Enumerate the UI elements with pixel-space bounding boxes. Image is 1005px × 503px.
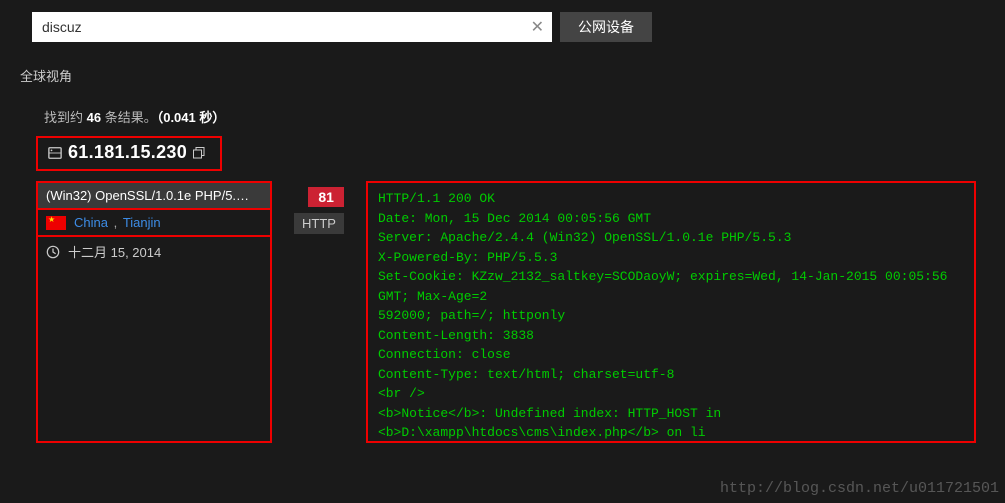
ip-address[interactable]: 61.181.15.230: [68, 142, 187, 163]
search-input[interactable]: [32, 12, 552, 42]
response-line: Server: Apache/2.4.4 (Win32) OpenSSL/1.0…: [378, 228, 964, 248]
server-signature: (Win32) OpenSSL/1.0.1e PHP/5.…: [38, 183, 270, 210]
scan-date: 十二月 15, 2014: [68, 242, 161, 261]
response-line: HTTP/1.1 200 OK: [378, 189, 964, 209]
response-line: <b>Notice</b>: Undefined index: HTTP_HOS…: [378, 404, 964, 443]
clear-icon[interactable]: ✕: [531, 17, 544, 37]
china-flag-icon: [46, 216, 66, 230]
storage-icon: [48, 146, 62, 160]
results-count: 找到约 46 条结果。（0.041 秒）: [0, 93, 1005, 136]
response-line: Content-Type: text/html; charset=utf-8: [378, 365, 964, 385]
protocol-badge[interactable]: HTTP: [294, 213, 344, 234]
response-line: Content-Length: 3838: [378, 326, 964, 346]
response-line: ne <b>24</b><br />: [378, 443, 964, 444]
results-mid: 条结果。: [101, 110, 157, 125]
filter-button[interactable]: 公网设备: [560, 12, 652, 42]
clock-icon: [46, 245, 60, 259]
response-line: <br />: [378, 384, 964, 404]
port-column: 81 HTTP: [294, 181, 344, 443]
results-number: 46: [87, 110, 101, 125]
host-info-box: (Win32) OpenSSL/1.0.1e PHP/5.… China , T…: [36, 181, 272, 443]
city-link[interactable]: Tianjin: [123, 215, 161, 230]
location-separator: ,: [110, 215, 121, 230]
search-input-container: ✕: [32, 12, 552, 42]
results-prefix: 找到约: [44, 110, 87, 125]
response-line: Set-Cookie: KZzw_2132_saltkey=SCODaoyW; …: [378, 267, 964, 306]
response-line: Connection: close: [378, 345, 964, 365]
location-row: China , Tianjin: [38, 210, 270, 237]
response-line: 592000; path=/; httponly: [378, 306, 964, 326]
watermark-text: http://blog.csdn.net/u011721501: [720, 480, 999, 497]
response-line: Date: Mon, 15 Dec 2014 00:05:56 GMT: [378, 209, 964, 229]
results-time: （0.041 秒）: [157, 110, 226, 125]
port-badge[interactable]: 81: [308, 187, 344, 207]
country-link[interactable]: China: [74, 215, 108, 230]
response-line: X-Powered-By: PHP/5.5.3: [378, 248, 964, 268]
ip-result-box: 61.181.15.230: [36, 136, 222, 171]
date-row: 十二月 15, 2014: [38, 237, 270, 266]
http-response-box: HTTP/1.1 200 OK Date: Mon, 15 Dec 2014 0…: [366, 181, 976, 443]
copy-icon[interactable]: [193, 147, 205, 159]
view-title: 全球视角: [0, 54, 1005, 93]
